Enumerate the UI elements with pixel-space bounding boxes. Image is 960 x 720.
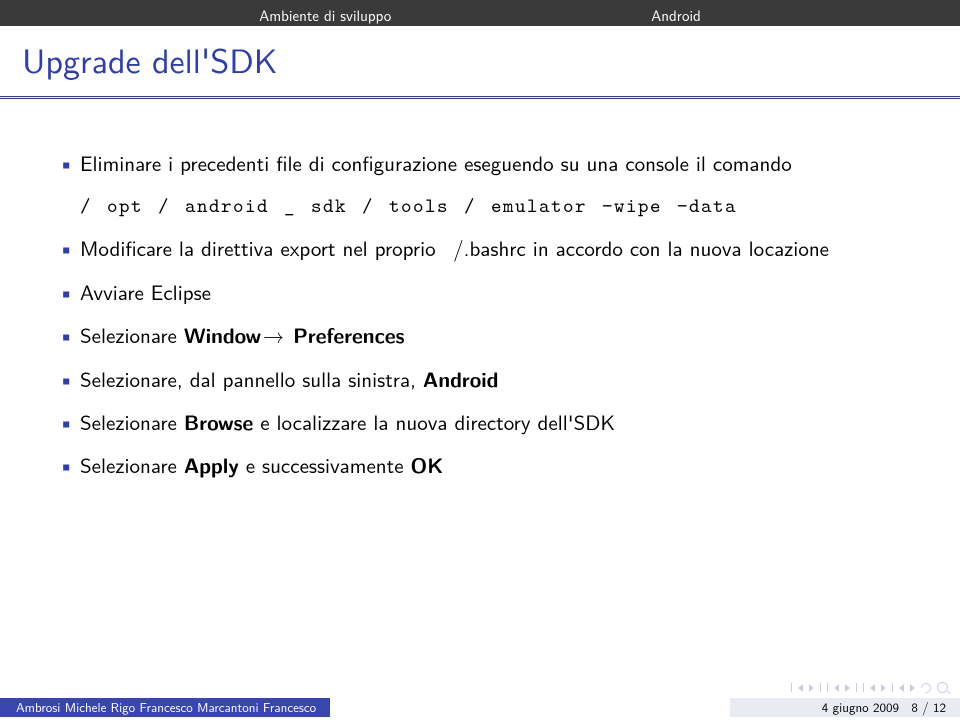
- bold-term: Apply: [184, 450, 239, 480]
- nav-next-sub-icon[interactable]: [892, 683, 893, 692]
- section-tab-ambiente[interactable]: Ambiente di sviluppo: [259, 4, 391, 26]
- slide-body: Eliminare i precedenti file di configura…: [0, 99, 960, 481]
- nav-controls: [791, 682, 948, 693]
- bullet-list: Eliminare i precedenti file di configura…: [56, 149, 904, 481]
- nav-frame-prev-icon[interactable]: [899, 684, 904, 692]
- list-item: Selezionare Window→ Preferences: [56, 321, 904, 350]
- slide-title: Upgrade dell'SDK: [22, 34, 938, 84]
- footer-page: 8 / 12: [905, 698, 960, 717]
- list-item: Selezionare Apply e successivamente OK: [56, 451, 904, 480]
- list-item: Eliminare i precedenti file di configura…: [56, 149, 904, 178]
- nav-back-icon[interactable]: [919, 680, 933, 694]
- nav-search-icon[interactable]: [937, 682, 948, 693]
- section-tab-android[interactable]: Android: [651, 4, 701, 26]
- page-sep: /: [918, 698, 933, 717]
- bold-term: Preferences: [293, 320, 404, 350]
- title-rule-top: [0, 96, 960, 97]
- list-item: Selezionare Browse e localizzare la nuov…: [56, 408, 904, 437]
- nav-prev-icon[interactable]: [798, 684, 803, 692]
- nav-next-sect-tri-icon[interactable]: [845, 684, 850, 692]
- arrow-icon: →: [261, 320, 293, 350]
- nav-next-sub-tri-icon[interactable]: [881, 684, 886, 692]
- list-item: Avviare Eclipse: [56, 278, 904, 307]
- section-nav-bar: Ambiente di sviluppo Android: [0, 0, 960, 26]
- list-item: Modificare la direttiva export nel propr…: [56, 234, 904, 263]
- nav-frame-next-icon[interactable]: [910, 684, 915, 692]
- footer-authors: Ambrosi Michele Rigo Francesco Marcanton…: [0, 698, 330, 717]
- bold-term: OK: [411, 450, 444, 480]
- list-item: Selezionare, dal pannello sulla sinistra…: [56, 365, 904, 394]
- bold-term: Android: [423, 364, 498, 394]
- bold-term: Window: [184, 320, 261, 350]
- footer-bar: Ambrosi Michele Rigo Francesco Marcanton…: [0, 694, 960, 720]
- nav-first-icon[interactable]: [791, 683, 792, 692]
- nav-prev-sect-tri-icon[interactable]: [834, 684, 839, 692]
- code-line: / opt / android _ sdk / tools / emulator…: [80, 192, 904, 220]
- nav-prev-sect-icon[interactable]: [827, 683, 828, 692]
- nav-prev-sub-icon[interactable]: [863, 683, 864, 692]
- nav-last-icon[interactable]: [820, 683, 821, 692]
- title-area: Upgrade dell'SDK: [0, 26, 960, 90]
- footer-date: 4 giugno 2009: [730, 698, 905, 717]
- page-total: 12: [933, 698, 946, 717]
- bold-term: Browse: [184, 407, 253, 437]
- nav-next-icon[interactable]: [809, 684, 814, 692]
- nav-prev-sub-tri-icon[interactable]: [870, 684, 875, 692]
- nav-next-sect-icon[interactable]: [856, 683, 857, 692]
